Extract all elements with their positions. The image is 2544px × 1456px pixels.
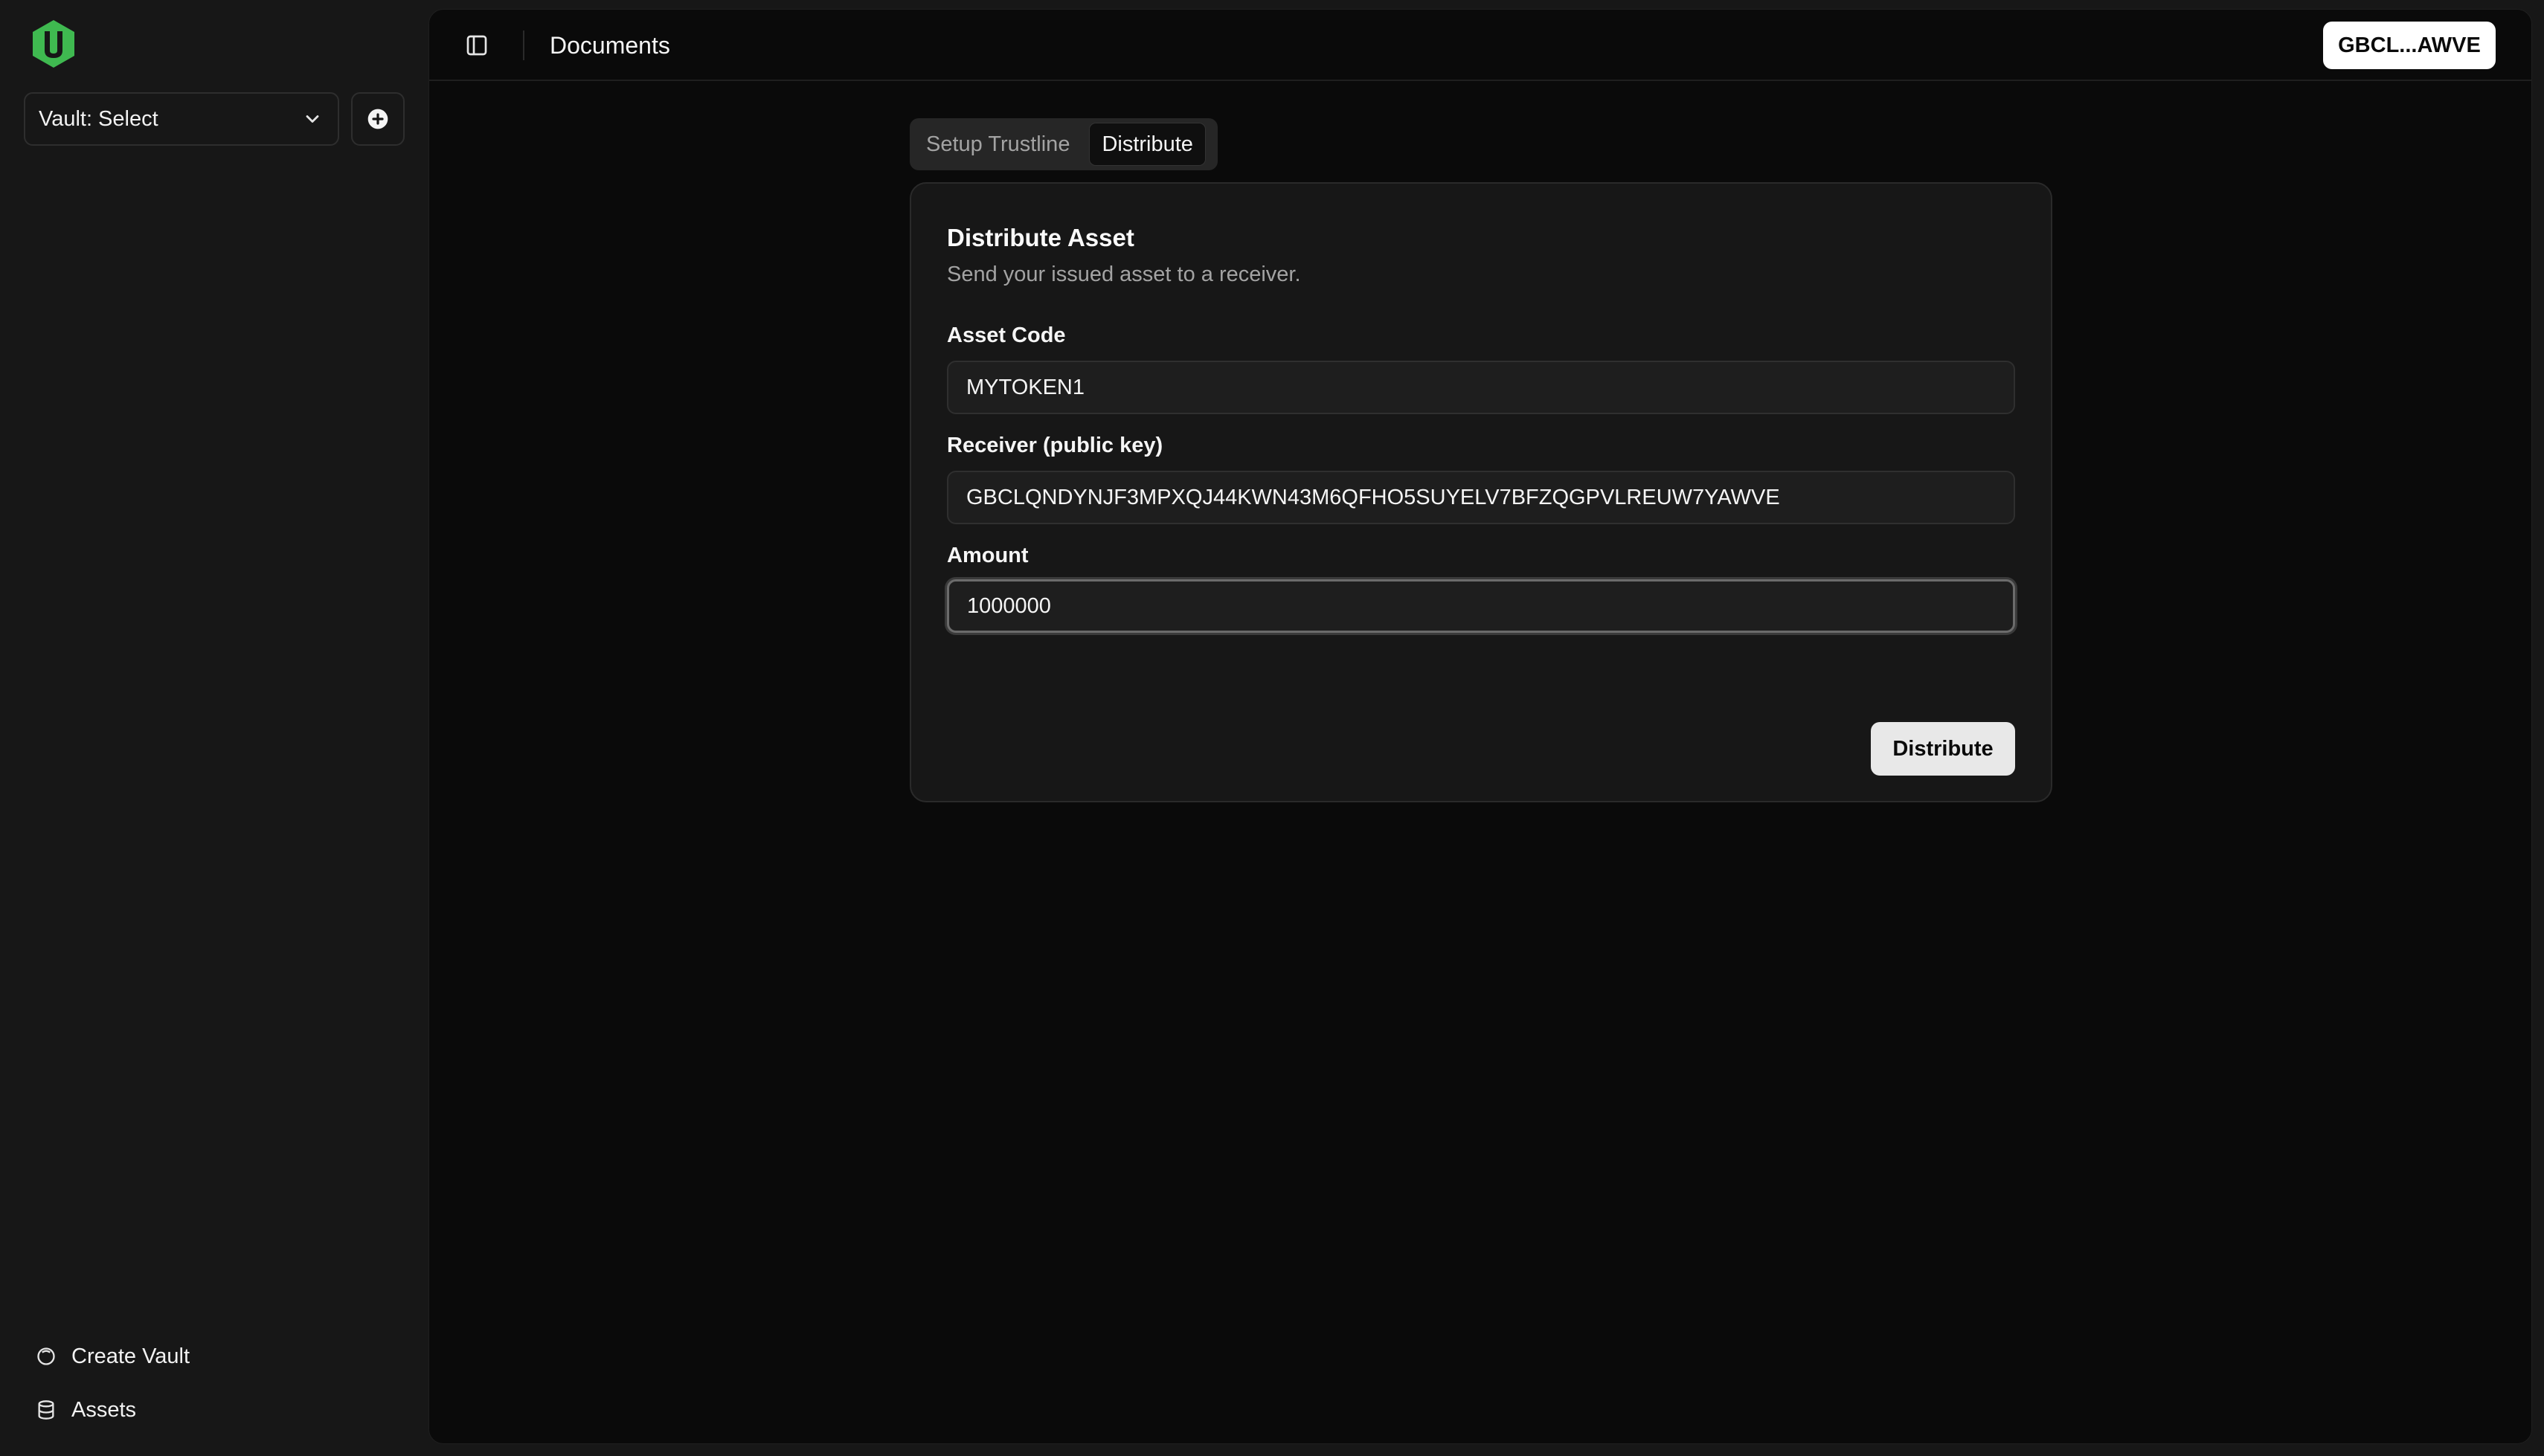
asset-code-input[interactable] [947, 361, 2015, 414]
vault-circle-icon [37, 1347, 55, 1365]
vault-select-dropdown[interactable]: Vault: Select [24, 92, 339, 146]
divider [523, 30, 524, 60]
sidebar-nav: Create Vault Assets [24, 1330, 405, 1437]
card-description: Send your issued asset to a receiver. [947, 262, 1301, 286]
distribute-asset-card: Distribute Asset Send your issued asset … [910, 182, 2052, 802]
sidebar-item-create-vault[interactable]: Create Vault [24, 1330, 405, 1383]
card-title: Distribute Asset [947, 224, 1134, 251]
sidebar-toggle-button[interactable] [462, 30, 492, 60]
plus-circle-icon [367, 109, 388, 129]
page-title: Documents [550, 32, 670, 59]
amount-input[interactable] [947, 579, 2015, 633]
vault-select-label: Vault: Select [39, 106, 158, 131]
sidebar-item-label: Create Vault [71, 1344, 190, 1368]
amount-label: Amount [947, 544, 1029, 567]
distribute-button[interactable]: Distribute [1871, 722, 2015, 776]
receiver-label: Receiver (public key) [947, 434, 1163, 457]
chevron-down-icon [306, 115, 319, 123]
sidebar-item-assets[interactable]: Assets [24, 1383, 405, 1437]
panel-left-icon [466, 35, 487, 56]
tab-setup-trustline[interactable]: Setup Trustline [914, 123, 1082, 166]
top-bar: Documents GBCL...AWVE [429, 10, 2531, 81]
asset-code-label: Asset Code [947, 323, 1066, 347]
main-panel: Documents GBCL...AWVE Setup Trustline Di… [428, 9, 2532, 1444]
account-button[interactable]: GBCL...AWVE [2323, 22, 2496, 69]
tab-distribute[interactable]: Distribute [1089, 123, 1206, 166]
sidebar: Vault: Select Create Vault Assets [0, 0, 428, 1456]
receiver-input[interactable] [947, 471, 2015, 524]
add-vault-button[interactable] [351, 92, 405, 146]
app-window: Vault: Select Create Vault Assets Docume… [0, 0, 2544, 1456]
hexagon-u-logo-icon[interactable] [30, 18, 77, 70]
tab-list: Setup Trustline Distribute [910, 118, 1218, 170]
database-icon [38, 1400, 54, 1420]
sidebar-item-label: Assets [71, 1397, 137, 1422]
